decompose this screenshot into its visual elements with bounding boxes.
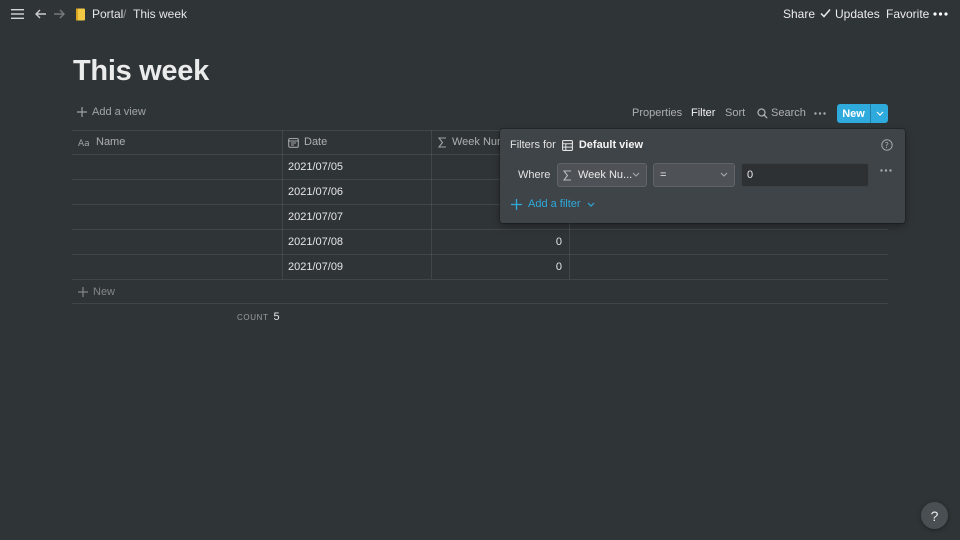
filter-header-prefix: Filters for <box>510 139 556 151</box>
notebook-icon <box>74 7 86 21</box>
more-icon[interactable] <box>933 12 948 16</box>
date-cell[interactable]: 2021/07/09 <box>288 261 343 273</box>
filter-property-value: Week Nu... <box>578 169 633 181</box>
filter-value-input[interactable]: 0 <box>741 163 869 187</box>
add-view-button[interactable]: Add a view <box>77 106 146 118</box>
count-value: 5 <box>273 311 280 323</box>
add-filter-label: Add a filter <box>528 198 581 210</box>
filter-popup-header: Filters for Default view <box>510 139 643 151</box>
add-row-button[interactable]: New <box>78 286 115 298</box>
filter-operator-select[interactable]: = <box>653 163 735 187</box>
new-button-label[interactable]: New <box>837 104 870 123</box>
text-property-icon: Aa <box>78 138 91 147</box>
share-button[interactable]: Share <box>783 7 815 21</box>
where-label: Where <box>518 169 551 181</box>
filter-operator-value: = <box>660 169 667 181</box>
updates-button[interactable]: Updates <box>835 7 880 21</box>
forward-arrow-icon[interactable] <box>51 6 67 22</box>
chevron-down-icon <box>720 172 728 177</box>
date-cell[interactable]: 2021/07/07 <box>288 211 343 223</box>
chevron-down-icon <box>587 202 595 207</box>
filter-property-select[interactable]: Week Nu... <box>557 163 647 187</box>
column-header-name[interactable]: Aa Name <box>78 136 125 148</box>
add-row-label: New <box>93 286 116 298</box>
plus-icon <box>77 107 87 117</box>
table-icon <box>561 139 573 151</box>
sort-button[interactable]: Sort <box>725 107 745 119</box>
date-cell[interactable]: 2021/07/06 <box>288 186 343 198</box>
search-button[interactable]: Search <box>771 107 806 119</box>
add-view-label: Add a view <box>92 106 146 118</box>
chevron-down-icon <box>632 172 640 177</box>
filter-view-name[interactable]: Default view <box>579 139 643 151</box>
filter-more-icon[interactable] <box>880 169 892 172</box>
column-header-week-num[interactable]: Week Num <box>438 136 506 148</box>
plus-icon <box>511 198 522 210</box>
count-label: COUNT <box>237 313 269 322</box>
week-num-cell[interactable]: 0 <box>522 236 562 248</box>
search-icon[interactable] <box>757 108 768 119</box>
calendar-icon <box>288 137 299 148</box>
breadcrumb-separator: / <box>123 7 127 21</box>
chevron-down-icon[interactable] <box>871 104 888 123</box>
count-summary[interactable]: COUNT 5 <box>237 311 280 323</box>
help-button[interactable]: ? <box>921 502 948 529</box>
svg-text:Aa: Aa <box>78 139 90 147</box>
back-arrow-icon[interactable] <box>33 6 49 22</box>
column-header-date[interactable]: Date <box>288 136 327 148</box>
check-icon <box>820 8 831 19</box>
column-header-label: Week Num <box>452 136 507 148</box>
menu-icon[interactable] <box>10 6 26 22</box>
top-bar: Portal / This week Share Updates Favorit… <box>0 0 960 28</box>
column-header-label: Name <box>96 136 126 148</box>
column-header-label: Date <box>304 136 328 148</box>
help-circle-icon[interactable]: ? <box>880 138 893 151</box>
view-more-icon[interactable] <box>814 112 826 115</box>
sigma-icon <box>563 169 572 181</box>
add-filter-button[interactable]: Add a filter <box>511 198 595 210</box>
favorite-button[interactable]: Favorite <box>886 7 929 21</box>
date-cell[interactable]: 2021/07/08 <box>288 236 343 248</box>
svg-text:?: ? <box>884 141 888 150</box>
breadcrumb-current[interactable]: This week <box>133 7 187 21</box>
sigma-icon <box>438 136 447 148</box>
page-title[interactable]: This week <box>73 55 209 88</box>
breadcrumb-parent[interactable]: Portal <box>92 7 123 21</box>
filter-button[interactable]: Filter <box>691 107 715 119</box>
filter-popup: Filters for Default view ? Where Week Nu… <box>500 129 905 223</box>
week-num-cell[interactable]: 0 <box>522 261 562 273</box>
date-cell[interactable]: 2021/07/05 <box>288 161 343 173</box>
plus-icon <box>78 287 88 297</box>
properties-button[interactable]: Properties <box>632 107 682 119</box>
new-button[interactable]: New <box>837 104 888 123</box>
